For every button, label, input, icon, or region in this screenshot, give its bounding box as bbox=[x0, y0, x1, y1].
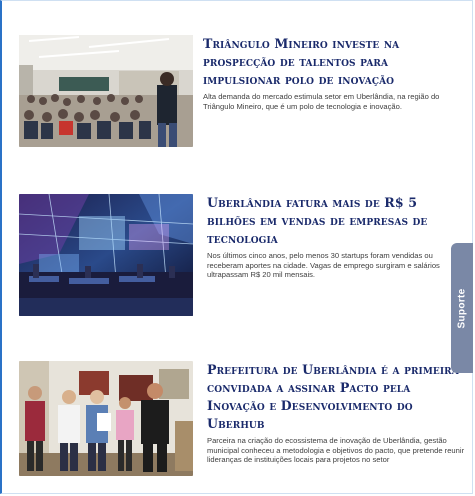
news-card-2[interactable]: Uberlândia fatura mais de R$ 5 bilhões e… bbox=[19, 194, 469, 316]
support-tab-label: Suporte bbox=[456, 288, 468, 328]
news-card-2-image[interactable] bbox=[19, 194, 193, 316]
news-card-2-title[interactable]: Uberlândia fatura mais de R$ 5 bilhões e… bbox=[207, 194, 469, 248]
news-card-1-summary: Alta demanda do mercado estimula setor e… bbox=[203, 92, 440, 111]
futuristic-office-illustration bbox=[19, 194, 193, 316]
support-tab-button[interactable]: Suporte bbox=[451, 243, 473, 373]
news-card-1[interactable]: Triângulo Mineiro investe na prospecção … bbox=[19, 35, 469, 147]
group-photo bbox=[19, 361, 193, 476]
news-card-3-title[interactable]: Prefeitura de Uberlândia é a primeira co… bbox=[207, 361, 469, 433]
news-card-1-title[interactable]: Triângulo Mineiro investe na prospecção … bbox=[203, 35, 469, 89]
classroom-photo bbox=[19, 35, 193, 147]
news-card-1-image[interactable] bbox=[19, 35, 193, 147]
news-card-3[interactable]: Prefeitura de Uberlândia é a primeira co… bbox=[19, 361, 469, 476]
news-card-2-summary: Nos últimos cinco anos, pelo menos 30 st… bbox=[207, 251, 440, 280]
news-card-3-summary: Parceira na criação do ecossistema de in… bbox=[207, 436, 465, 465]
news-card-3-image[interactable] bbox=[19, 361, 193, 476]
